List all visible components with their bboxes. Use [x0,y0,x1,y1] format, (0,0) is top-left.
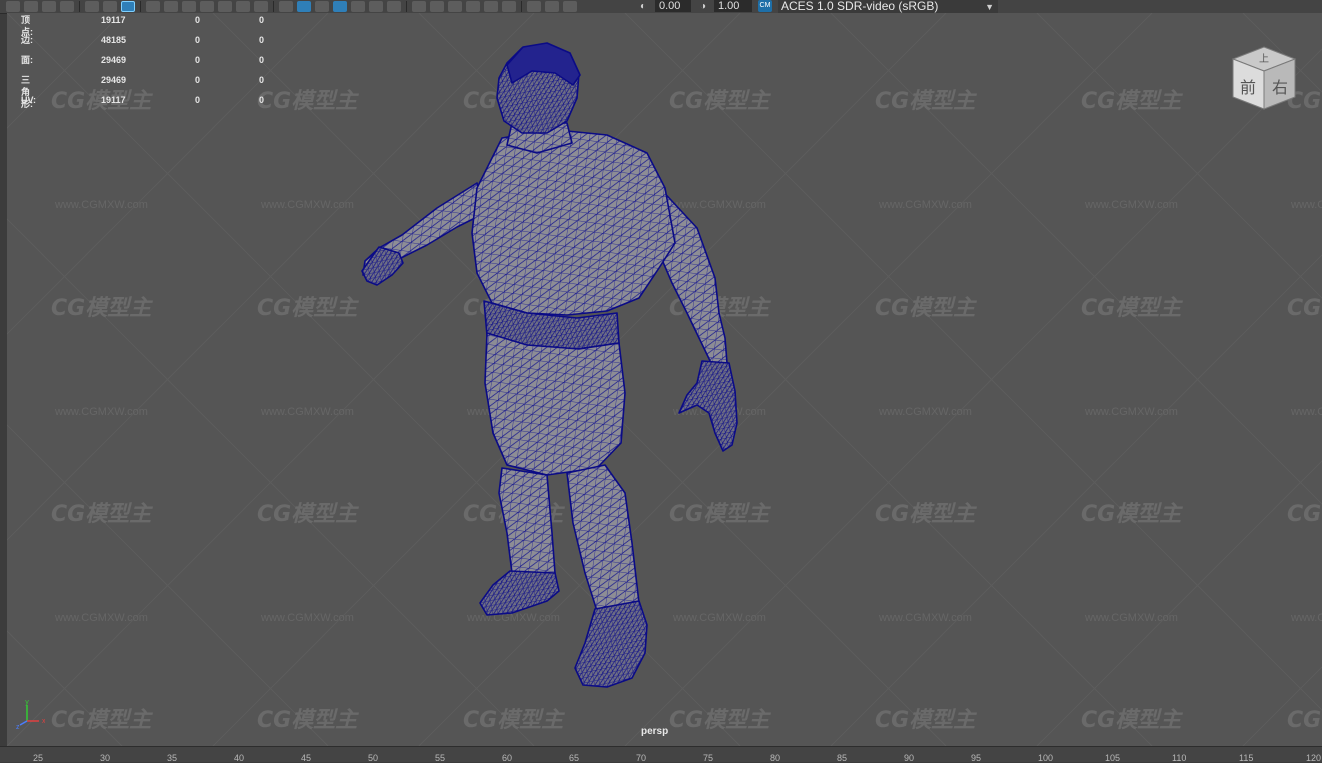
hud-value: 0 [259,15,265,25]
timeline-tick-label: 85 [837,753,848,763]
hud-value: 0 [195,95,201,105]
xray-icon[interactable] [502,1,516,12]
image-plane-icon[interactable] [60,1,74,12]
toolbar-separator [79,1,80,12]
timeline-tick-label: 70 [636,753,647,763]
timeline-tick-label: 60 [502,753,513,763]
view-cube-right-label[interactable]: 右 [1272,78,1288,97]
exposure-icon[interactable] [563,1,577,12]
smooth-shade-icon[interactable] [297,1,311,12]
hud-value: 0 [259,35,265,45]
chevron-down-icon: ▼ [985,2,994,12]
character-wireframe-mesh[interactable] [7,13,1322,746]
hud-value: 0 [195,35,201,45]
motion-blur-icon[interactable] [430,1,444,12]
perspective-viewport[interactable]: CG模型主 www.CGMXW.com CG模型主 www.CGMXW.com CG模型… [7,13,1322,746]
grease-pencil-icon[interactable] [85,1,99,12]
anti-aliasing-icon[interactable] [448,1,462,12]
timeline-tick-label: 65 [569,753,580,763]
camera-name-label: persp [641,726,669,737]
film-gate-icon[interactable] [164,1,178,12]
axis-gizmo-icon: y x z [16,699,45,729]
grid-icon[interactable] [146,1,160,12]
view-cube-front-label[interactable]: 前 [1240,78,1256,97]
hud-value: 29469 [101,75,127,85]
timeline-tick-label: 100 [1038,753,1054,763]
panel-toolbar-icons [6,0,581,13]
toolbar-separator [406,1,407,12]
safe-title-icon[interactable] [254,1,268,12]
pencil-icon[interactable] [121,1,135,12]
hud-value: 0 [195,15,201,25]
timeline-tick-label: 80 [770,753,781,763]
isolate-select-icon[interactable] [484,1,498,12]
timeline-tick-label: 35 [167,753,178,763]
timeline-tick-label: 105 [1105,753,1121,763]
hud-value: 29469 [101,55,127,65]
hud-value: 19117 [101,15,126,25]
gamma-field[interactable]: 1.00 [714,0,752,12]
hud-label: UV: [21,95,37,105]
camera-attributes-icon[interactable] [24,1,38,12]
view-cube-top-label[interactable]: 上 [1259,53,1269,65]
hud-value: 0 [259,95,265,105]
hud-label: 边: [21,35,33,45]
view-cube-icon[interactable]: 上 前 右 [1229,43,1299,113]
view-transform-label: ACES 1.0 SDR-video (sRGB) [781,0,939,13]
timeline-tick-label: 90 [904,753,915,763]
exposure-field[interactable]: 0.00 [655,0,691,12]
default-material-icon[interactable] [315,1,329,12]
hud-label: 面: [21,55,33,65]
camera-select-icon[interactable] [6,1,20,12]
color-management-icon[interactable]: CM [758,0,772,12]
toolbar-separator [521,1,522,12]
timeline-tick-label: 110 [1172,753,1187,763]
timeline-tick-label: 25 [33,753,44,763]
xray-joints-icon[interactable] [527,1,541,12]
hud-value: 48185 [101,35,127,45]
toolbar-separator [140,1,141,12]
timeline-tick-label: 120 [1306,753,1322,763]
hud-value: 0 [195,55,201,65]
timeline-tick-label: 30 [100,753,111,763]
axis-y-label: y [25,699,29,706]
2d-pan-zoom-icon[interactable] [103,1,117,12]
timeline-tick-label: 45 [301,753,312,763]
axis-x-label: x [42,718,45,725]
view-transform-dropdown[interactable]: ACES 1.0 SDR-video (sRGB) ▼ [778,0,998,13]
textured-icon[interactable] [351,1,365,12]
hud-value: 19117 [101,95,126,105]
shadows-icon[interactable] [387,1,401,12]
bookmarks-icon[interactable] [42,1,56,12]
gate-mask-icon[interactable] [200,1,214,12]
time-slider-ruler[interactable]: 25 30 35 40 45 50 55 60 65 70 75 80 85 90 95 100 105 110 1… [0,746,1322,763]
field-chart-icon[interactable] [218,1,232,12]
exposure-icon-glyph: ◐ [640,1,647,12]
ambient-occlusion-icon[interactable] [412,1,426,12]
hud-value: 0 [195,75,201,85]
toolbar-separator [273,1,274,12]
timeline-tick-label: 115 [1239,753,1254,763]
gamma-icon: ◑ [700,1,707,12]
wireframe-on-shaded-icon[interactable] [333,1,347,12]
hud-value: 0 [259,75,265,85]
safe-action-icon[interactable] [236,1,250,12]
timeline-tick-label: 40 [234,753,245,763]
hud-value: 0 [259,55,265,65]
wireframe-icon[interactable] [279,1,293,12]
use-lights-icon[interactable] [369,1,383,12]
depth-of-field-icon[interactable] [466,1,480,12]
timeline-tick-label: 55 [435,753,446,763]
resolution-gate-icon[interactable] [182,1,196,12]
timeline-tick-label: 50 [368,753,379,763]
timeline-tick-label: 95 [971,753,982,763]
backface-culling-icon[interactable] [545,1,559,12]
timeline-tick-label: 75 [703,753,714,763]
viewport-toolbar: ◐ 0.00 ◑ 1.00 CM ACES 1.0 SDR-video (sRG… [0,0,1322,14]
axis-z-label: z [16,724,20,729]
